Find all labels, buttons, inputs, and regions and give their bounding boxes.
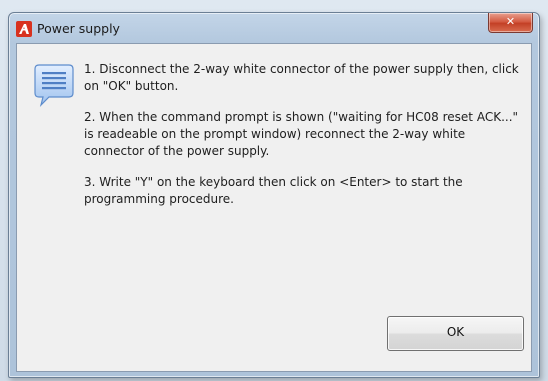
instruction-message: 1. Disconnect the 2-way white connector … — [84, 61, 524, 222]
power-supply-dialog: Power supply ✕ 1. Disconnect the 2-way w… — [8, 12, 540, 378]
instruction-step-3: 3. Write "Y" on the keyboard then click … — [84, 175, 463, 206]
window-title: Power supply — [37, 21, 120, 36]
title-bar[interactable]: Power supply ✕ — [9, 13, 539, 45]
speech-bubble-icon — [34, 64, 74, 107]
dialog-body: 1. Disconnect the 2-way white connector … — [16, 43, 532, 372]
ok-button[interactable]: OK — [387, 316, 524, 351]
close-icon: ✕ — [505, 15, 516, 28]
app-logo-icon — [16, 21, 32, 37]
instruction-step-1: 1. Disconnect the 2-way white connector … — [84, 62, 519, 93]
close-button[interactable]: ✕ — [488, 13, 533, 33]
instruction-step-2: 2. When the command prompt is shown ("wa… — [84, 110, 519, 158]
